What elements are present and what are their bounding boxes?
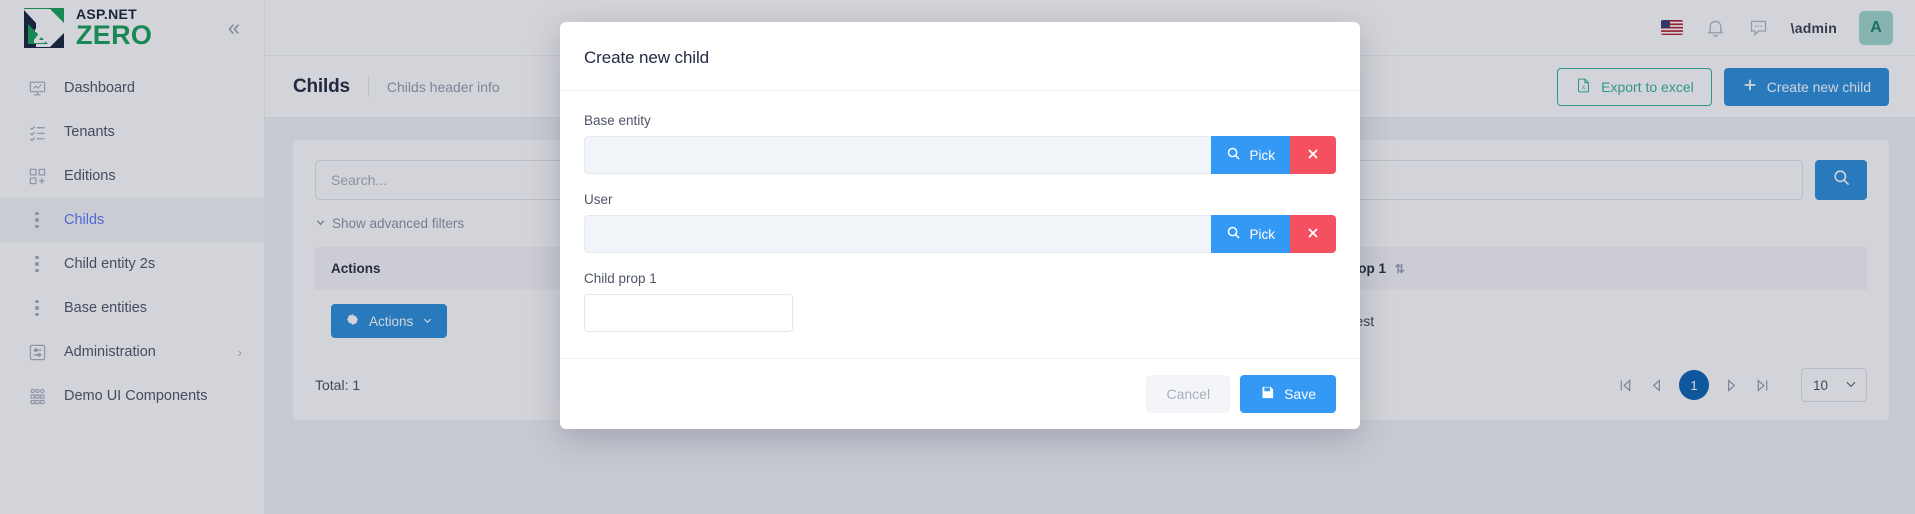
search-icon: [1226, 225, 1241, 243]
form-group-user: User Pick: [584, 192, 1336, 253]
base-entity-label: Base entity: [584, 113, 651, 128]
search-icon: [1226, 146, 1241, 164]
close-icon: [1306, 147, 1320, 164]
modal-footer: Cancel Save: [560, 358, 1360, 429]
user-pick-button[interactable]: Pick: [1211, 215, 1290, 253]
child-prop-1-input[interactable]: [584, 294, 793, 332]
base-entity-pick-label: Pick: [1249, 147, 1275, 163]
save-button[interactable]: Save: [1240, 375, 1336, 413]
app-root: ASP.NET ZERO « Dashboard Tenants Edition…: [0, 0, 1915, 514]
cancel-button[interactable]: Cancel: [1146, 375, 1231, 413]
user-label: User: [584, 192, 613, 207]
create-new-child-modal: Create new child Base entity Pick User P…: [560, 22, 1360, 429]
user-pick-label: Pick: [1249, 226, 1275, 242]
user-input[interactable]: [584, 215, 1212, 253]
form-group-child-prop-1: Child prop 1: [584, 271, 1336, 332]
modal-header: Create new child: [560, 22, 1360, 91]
save-label: Save: [1284, 386, 1316, 402]
close-icon: [1306, 226, 1320, 243]
modal-body: Base entity Pick User Pick Child prop 1: [560, 91, 1360, 358]
user-input-group: Pick: [584, 215, 1336, 253]
modal-title: Create new child: [584, 48, 710, 67]
form-group-base-entity: Base entity Pick: [584, 113, 1336, 174]
child-prop-1-label: Child prop 1: [584, 271, 657, 286]
base-entity-clear-button[interactable]: [1290, 136, 1336, 174]
base-entity-input-group: Pick: [584, 136, 1336, 174]
user-clear-button[interactable]: [1290, 215, 1336, 253]
base-entity-pick-button[interactable]: Pick: [1211, 136, 1290, 174]
floppy-save-icon: [1260, 385, 1275, 403]
base-entity-input[interactable]: [584, 136, 1212, 174]
